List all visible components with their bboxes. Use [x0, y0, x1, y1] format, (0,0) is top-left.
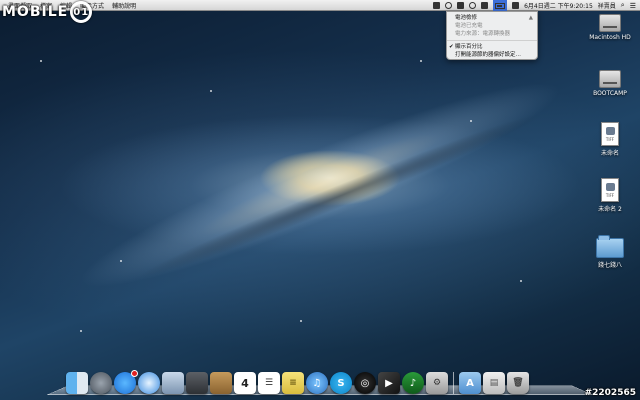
power-source-row: 電力來源：電源轉換器	[455, 31, 511, 37]
desktop-icon-untitled[interactable]: TIFF 未命名	[580, 122, 640, 157]
volume-icon[interactable]	[481, 2, 489, 9]
dock-safari-icon[interactable]	[138, 372, 160, 394]
wallpaper-star	[420, 60, 422, 62]
logo-text: MOBILE	[2, 4, 69, 20]
notification-center-icon[interactable]: ☰	[630, 2, 636, 10]
wallpaper-star	[300, 320, 302, 322]
show-percentage-item[interactable]: ✔ 顯示百分比	[447, 43, 537, 51]
battery-dropdown-title: 電池檢修	[455, 15, 478, 21]
mobile01-logo: MOBILE 01	[2, 1, 93, 23]
wallpaper-star	[80, 330, 82, 332]
open-energy-prefs-item[interactable]: 打開能源節約器偏好設定…	[447, 51, 537, 59]
desktop-icon-label: 錢七錢八	[597, 262, 622, 269]
menu-bar-status: 6月4日週二 下午9:20:15 祥賣員 ⌕ ☰	[433, 0, 636, 11]
desktop-icon-label: BOOTCAMP	[593, 90, 627, 97]
menu-user[interactable]: 祥賣員	[598, 1, 616, 10]
menu-bar: 畫面擷取 檔案 編輯 顯示方式 輔助說明 6月4日週二 下午9:20:15 祥賣…	[0, 0, 640, 11]
hard-drive-icon	[599, 70, 621, 88]
dock-documents-stack-icon[interactable]: ▤	[483, 372, 505, 394]
wifi-icon[interactable]	[469, 2, 477, 9]
wallpaper-star	[40, 60, 42, 62]
dock-utility-icon[interactable]: ⚙	[426, 372, 448, 394]
dock-skype-icon[interactable]: S	[330, 372, 352, 394]
desktop-icon-untitled-2[interactable]: TIFF 未命名 2	[580, 178, 640, 213]
spotlight-icon[interactable]: ⌕	[621, 1, 625, 10]
dock-applications-folder-icon[interactable]: A	[459, 372, 481, 394]
wallpaper-star	[470, 120, 472, 122]
image-id-watermark: #2202565	[584, 388, 636, 398]
preview-badge-icon	[606, 183, 615, 191]
dock-final-cut-icon[interactable]: ▶	[378, 372, 400, 394]
dock-contacts-icon[interactable]	[210, 372, 232, 394]
dock-launchpad-icon[interactable]	[90, 372, 112, 394]
bluetooth-icon[interactable]	[457, 2, 465, 9]
file-type-tag: TIFF	[605, 193, 615, 198]
warning-icon: ▲	[528, 15, 533, 21]
dock-itunes-icon[interactable]: ♫	[306, 372, 328, 394]
desktop-icon-label: 未命名 2	[598, 206, 622, 213]
dock-finder-icon[interactable]	[66, 372, 88, 394]
dock-facetime-icon[interactable]	[186, 372, 208, 394]
desktop-icon-label: 未命名	[600, 150, 619, 157]
wallpaper-star	[520, 280, 522, 282]
battery-status-row: 電池已充電	[455, 23, 483, 29]
dock-app-store-wrap	[114, 370, 138, 394]
wallpaper-star	[120, 260, 122, 262]
dock-trash-icon[interactable]: 🗑	[507, 372, 529, 394]
dock-divider	[453, 372, 454, 394]
hard-drive-icon	[599, 14, 621, 32]
battery-menu-extra[interactable]	[493, 0, 508, 11]
battery-icon	[495, 2, 506, 9]
desktop-icon-bootcamp[interactable]: BOOTCAMP	[580, 70, 640, 97]
folder-icon	[596, 235, 624, 258]
menu-clock[interactable]: 6月4日週二 下午9:20:15	[524, 1, 593, 10]
show-percentage-label: 顯示百分比	[455, 44, 483, 50]
wallpaper-galaxy-dust	[131, 103, 549, 289]
desktop-icon-macintosh-hd[interactable]: Macintosh HD	[580, 14, 640, 41]
checkmark-icon: ✔	[449, 44, 454, 50]
dropbox-status-icon[interactable]	[433, 2, 441, 9]
desktop-icon-label: Macintosh HD	[589, 34, 631, 41]
dock-calendar-icon[interactable]: 4	[234, 372, 256, 394]
update-badge	[131, 370, 138, 377]
dock-reminders-icon[interactable]: ☰	[258, 372, 280, 394]
dock-preview-icon[interactable]	[162, 372, 184, 394]
menu-item-help[interactable]: 輔助說明	[112, 1, 136, 10]
battery-dropdown-menu: 電池檢修 ▲ 電池已充電 電力來源：電源轉換器 ✔ 顯示百分比 打開能源節約器偏…	[446, 11, 538, 60]
dock-garageband-icon[interactable]: ♪	[402, 372, 424, 394]
dock-aperture-icon[interactable]: ◎	[354, 372, 376, 394]
dock: 4 ☰ ≡ ♫ S ◎ ▶ ♪ ⚙ A ▤ 🗑	[66, 366, 529, 394]
preview-badge-icon	[606, 127, 615, 135]
desktop-icon-folder[interactable]: 錢七錢八	[580, 235, 640, 269]
input-source-icon[interactable]	[512, 2, 520, 9]
logo-ring: 01	[70, 1, 93, 23]
wallpaper-star	[210, 90, 212, 92]
file-type-tag: TIFF	[605, 137, 615, 142]
tiff-document-icon: TIFF	[601, 178, 619, 202]
dock-notes-icon[interactable]: ≡	[282, 372, 304, 394]
tiff-document-icon: TIFF	[601, 122, 619, 146]
time-machine-icon[interactable]	[445, 2, 453, 9]
battery-dropdown-title-row[interactable]: 電池檢修 ▲	[447, 14, 537, 22]
menu-separator	[447, 40, 537, 41]
